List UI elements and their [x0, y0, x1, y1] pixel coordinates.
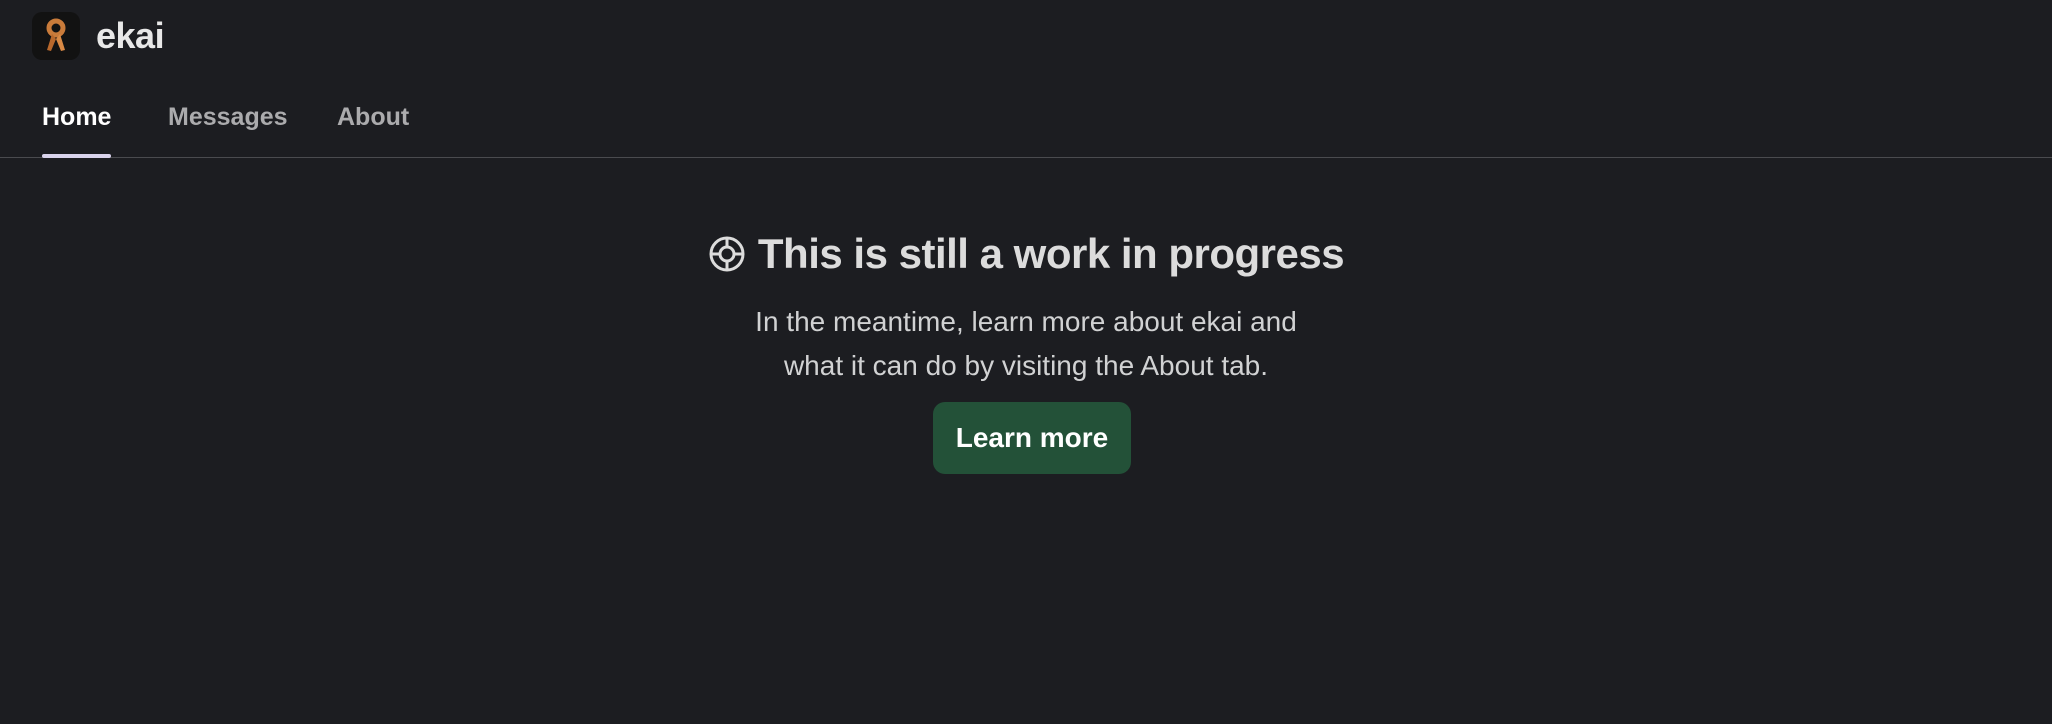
ribbon-logo-icon [46, 18, 66, 51]
tab-home[interactable]: Home [42, 102, 112, 158]
wip-description-line-2: what it can do by visiting the About tab… [783, 350, 1269, 381]
tab-bar: Home Messages About [0, 72, 2052, 158]
app-logo [32, 12, 80, 60]
wip-description-line-1: In the meantime, learn more about ekai a… [755, 306, 1297, 337]
tab-messages[interactable]: Messages [168, 102, 288, 158]
app-window: ekai Home Messages About This is still a… [0, 0, 2052, 724]
wip-description: In the meantime, learn more about ekai a… [0, 300, 2052, 388]
app-header: ekai [0, 0, 2052, 72]
tab-about[interactable]: About [337, 102, 409, 158]
lifebuoy-icon [709, 236, 745, 272]
learn-more-button[interactable]: Learn more [933, 402, 1131, 474]
wip-heading-text: This is still a work in progress [757, 230, 1345, 277]
app-title: ekai [96, 15, 165, 56]
wip-heading: This is still a work in progress [0, 228, 2052, 280]
